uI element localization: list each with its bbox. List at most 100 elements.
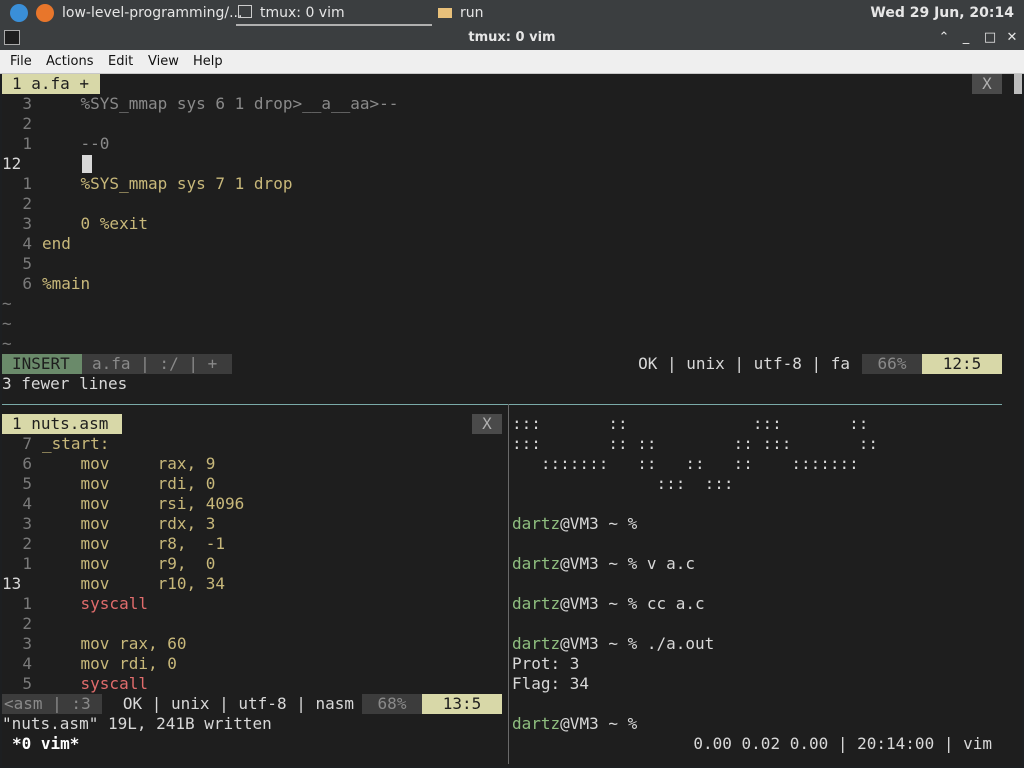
prompt-host: @VM3 ~ % [560,554,638,573]
line-text: 0 %exit [42,214,148,233]
close-button[interactable]: ✕ [1002,26,1022,50]
line-number: 1 [22,594,32,613]
menu-edit[interactable]: Edit [108,50,133,73]
taskbar-item-label: tmux: 0 vim [260,5,345,21]
line-number: 1 [22,554,32,573]
window-title: tmux: 0 vim [468,30,556,45]
line-number: 3 [22,94,32,113]
tab-close-button[interactable]: X [972,74,1002,94]
menu-view[interactable]: View [148,50,179,73]
shell-command: ./a.out [637,634,715,653]
code-line[interactable]: 1 %SYS_mmap sys 7 1 drop [2,174,292,194]
shell-prompt-line: dartz@VM3 ~ % v a.c [512,554,695,574]
code-line[interactable]: 5 mov rdi, 0 [2,474,215,494]
app-menu-icon[interactable] [10,4,28,22]
shell-prompt-line: dartz@VM3 ~ % ./a.out [512,634,714,654]
shell-output-line: Flag: 34 [512,674,590,693]
code-line[interactable]: 1 syscall [2,594,148,614]
line-text: end [42,234,71,253]
terminal-icon [238,5,252,18]
status-file: <asm | :3 [2,694,102,714]
maximize-button[interactable]: □ [980,26,1000,50]
code-line[interactable]: 4 end [2,234,71,254]
line-number: 6 [22,274,32,293]
system-panel: low-level-programming/... tmux: 0 vim ru… [0,0,1024,26]
code-line[interactable]: 2 mov r8, -1 [2,534,225,554]
shell-command: v a.c [637,554,696,573]
code-line[interactable]: 1 --0 [2,134,109,154]
line-number: 5 [22,474,32,493]
line-text: mov rdx, 3 [42,514,216,533]
line-text: mov r10, 34 [42,574,226,593]
code-line[interactable]: 4 mov rsi, 4096 [2,494,244,514]
prompt-user: dartz [512,514,561,533]
code-line[interactable]: 3 mov rax, 60 [2,634,187,654]
tab-nuts-asm[interactable]: 1 nuts.asm [2,414,122,434]
empty-line-marker: ~ [2,334,12,353]
line-text: mov r8, -1 [42,534,226,553]
prompt-host: @VM3 ~ % [560,594,638,613]
code-line[interactable]: 2 [2,114,42,134]
menu-file[interactable]: File [10,50,32,73]
pane-separator-horizontal[interactable] [2,404,1002,405]
line-text: mov rax, 60 [42,634,187,653]
menu-help[interactable]: Help [193,50,223,73]
mode-indicator: INSERT [2,354,82,374]
line-text: mov r9, 0 [42,554,216,573]
tmux-status-right: 0.00 0.02 0.00 | 20:14:00 | vim [693,734,992,753]
code-line[interactable]: 3 0 %exit [2,214,148,234]
code-line[interactable]: 5 [2,254,42,274]
taskbar-item-run[interactable]: run [438,0,484,26]
clock[interactable]: Wed 29 Jun, 20:14 [870,0,1014,26]
minimize-button[interactable]: _ [956,26,976,50]
window-titlebar[interactable]: tmux: 0 vim ⌃ _ □ ✕ [0,26,1024,50]
code-line[interactable]: 3 mov rdx, 3 [2,514,215,534]
status-file: a.fa | :/ | + [82,354,232,374]
scrollbar[interactable] [1014,74,1022,94]
window-shade-button[interactable]: ⌃ [934,26,954,50]
taskbar-item-tmux[interactable]: tmux: 0 vim [236,0,432,26]
pane-separator-vertical[interactable] [508,404,509,764]
line-number: 6 [22,454,32,473]
menu-actions[interactable]: Actions [46,50,94,73]
code-line[interactable]: 5 syscall [2,674,148,694]
code-line[interactable]: 2 [2,194,42,214]
status-percent: 66% [862,354,922,374]
code-line[interactable]: 13 mov r10, 34 [2,574,225,594]
firefox-icon[interactable] [36,4,54,22]
code-line[interactable]: 3 %SYS_mmap sys 6 1 drop>__a__aa>-- [2,94,398,114]
code-line[interactable]: 4 mov rdi, 0 [2,654,177,674]
line-number: 13 [2,574,22,593]
tab-close-button[interactable]: X [472,414,502,434]
prompt-user: dartz [512,714,561,733]
tmux-window-list[interactable]: *0 vim* [12,734,79,754]
menu-bar: File Actions Edit View Help [0,50,1024,74]
line-number: 5 [22,674,32,693]
line-number: 2 [22,534,32,553]
line-number: 2 [22,114,32,133]
shell-prompt-line: dartz@VM3 ~ % cc a.c [512,594,705,614]
prompt-user: dartz [512,634,561,653]
code-line[interactable]: 2 [2,614,42,634]
ascii-banner-line: ::: :: :: :: ::: :: [512,434,879,453]
line-number: 4 [22,494,32,513]
code-line[interactable]: 12 [2,154,42,174]
status-position: 12:5 [922,354,1002,374]
line-text: %SYS_mmap sys 6 1 drop>__a__aa>-- [42,94,399,113]
tab-a-fa[interactable]: 1 a.fa + [2,74,100,94]
shell-command: cc a.c [637,594,705,613]
code-line[interactable]: 6 %main [2,274,90,294]
line-text: mov rdi, 0 [42,654,177,673]
line-text: --0 [42,134,110,153]
code-line[interactable]: 6 mov rax, 9 [2,454,215,474]
taskbar-item-firefox[interactable]: low-level-programming/... [62,0,242,26]
line-number: 12 [2,154,22,173]
code-line[interactable]: 1 mov r9, 0 [2,554,215,574]
code-line[interactable]: 7 _start: [2,434,109,454]
terminal-area[interactable]: 1 a.fa + X 3 %SYS_mmap sys 6 1 drop>__a_… [2,74,1022,766]
line-number: 2 [22,194,32,213]
line-number: 1 [22,174,32,193]
prompt-host: @VM3 ~ % [560,634,638,653]
empty-line-marker: ~ [2,314,12,333]
line-number: 4 [22,234,32,253]
